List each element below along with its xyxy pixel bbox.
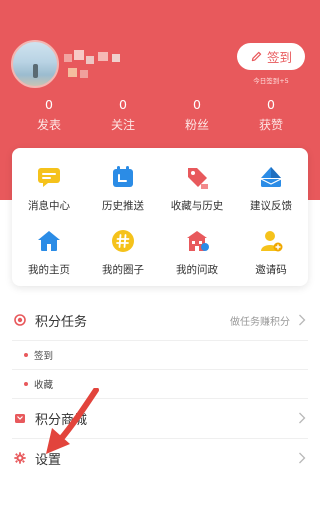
- avatar-figure: [33, 64, 38, 78]
- grid-item-label: 建议反馈: [250, 200, 292, 212]
- pencil-icon: [251, 51, 262, 62]
- grid-item-label: 邀请码: [255, 264, 287, 276]
- grid-item-feedback[interactable]: 建议反馈: [234, 164, 308, 224]
- grid-item-messages[interactable]: 消息中心: [12, 164, 86, 224]
- annotation-arrow-icon: [46, 388, 99, 454]
- stat-followers[interactable]: 0 粉丝: [160, 97, 234, 137]
- gear-icon: [14, 452, 26, 464]
- tag-icon: [188, 168, 208, 189]
- grid-item-history-push[interactable]: 历史推送: [86, 164, 160, 224]
- stat-label: 粉丝: [184, 118, 209, 132]
- grid-item-label: 我的圈子: [102, 264, 144, 276]
- grid-item-homepage[interactable]: 我的主页: [12, 228, 86, 288]
- points-task-row[interactable]: 积分任务 做任务赚积分: [0, 302, 320, 338]
- stats-row: 0 发表 0 关注 0 粉丝 0 获赞: [12, 97, 308, 137]
- grid-item-label: 消息中心: [28, 200, 70, 212]
- calendar-icon: [113, 166, 133, 187]
- record-dot-icon: [14, 314, 26, 326]
- stat-following[interactable]: 0 关注: [86, 97, 160, 137]
- stat-posts[interactable]: 0 发表: [12, 97, 86, 137]
- grid-item-inquiries[interactable]: 我的问政: [160, 228, 234, 288]
- message-icon: [38, 168, 60, 187]
- home-icon: [38, 231, 60, 251]
- person-add-icon: [261, 231, 283, 252]
- grid-row: 消息中心 历史推送 收藏与历史 建议反馈: [12, 164, 308, 224]
- grid-item-label: 历史推送: [102, 200, 144, 212]
- points-task-title: 积分任务: [35, 314, 88, 330]
- grid-row: 我的主页 我的圈子 我的问政 邀请码: [12, 228, 308, 288]
- avatar[interactable]: [11, 40, 59, 88]
- paper-plane-icon: [260, 167, 282, 187]
- points-task-hint: 做任务赚积分: [230, 316, 290, 328]
- building-icon: [187, 231, 209, 251]
- task-item-signin[interactable]: 签到: [12, 341, 308, 369]
- stat-likes[interactable]: 0 获赞: [234, 97, 308, 137]
- stat-label: 发表: [36, 118, 61, 132]
- task-item-label: 签到: [34, 351, 54, 362]
- chevron-right-icon: [299, 412, 306, 424]
- signin-label: 签到: [266, 50, 292, 65]
- grid-item-label: 我的问政: [176, 264, 218, 276]
- bullet-dot: [24, 382, 28, 386]
- username-mosaic: [64, 50, 124, 84]
- stat-label: 获赞: [258, 118, 283, 132]
- stat-value: 0: [119, 97, 127, 112]
- stat-value: 0: [267, 97, 275, 112]
- function-grid: 消息中心 历史推送 收藏与历史 建议反馈 我的主页 我的圈子 我的问政 邀请码: [12, 148, 308, 286]
- chevron-right-icon: [299, 314, 306, 326]
- bullet-dot: [24, 353, 28, 357]
- hashtag-icon: [112, 230, 134, 252]
- grid-item-label: 我的主页: [28, 264, 70, 276]
- grid-item-invite-code[interactable]: 邀请码: [234, 228, 308, 288]
- stat-value: 0: [193, 97, 201, 112]
- grid-item-favorites[interactable]: 收藏与历史: [160, 164, 234, 224]
- stat-value: 0: [45, 97, 53, 112]
- mall-icon: [15, 414, 25, 423]
- grid-item-circles[interactable]: 我的圈子: [86, 228, 160, 288]
- chevron-right-icon: [299, 452, 306, 464]
- grid-item-label: 收藏与历史: [170, 200, 224, 212]
- signin-button[interactable]: 签到: [237, 43, 305, 70]
- signin-note: 今日签到+5: [253, 77, 289, 85]
- stat-label: 关注: [110, 118, 135, 132]
